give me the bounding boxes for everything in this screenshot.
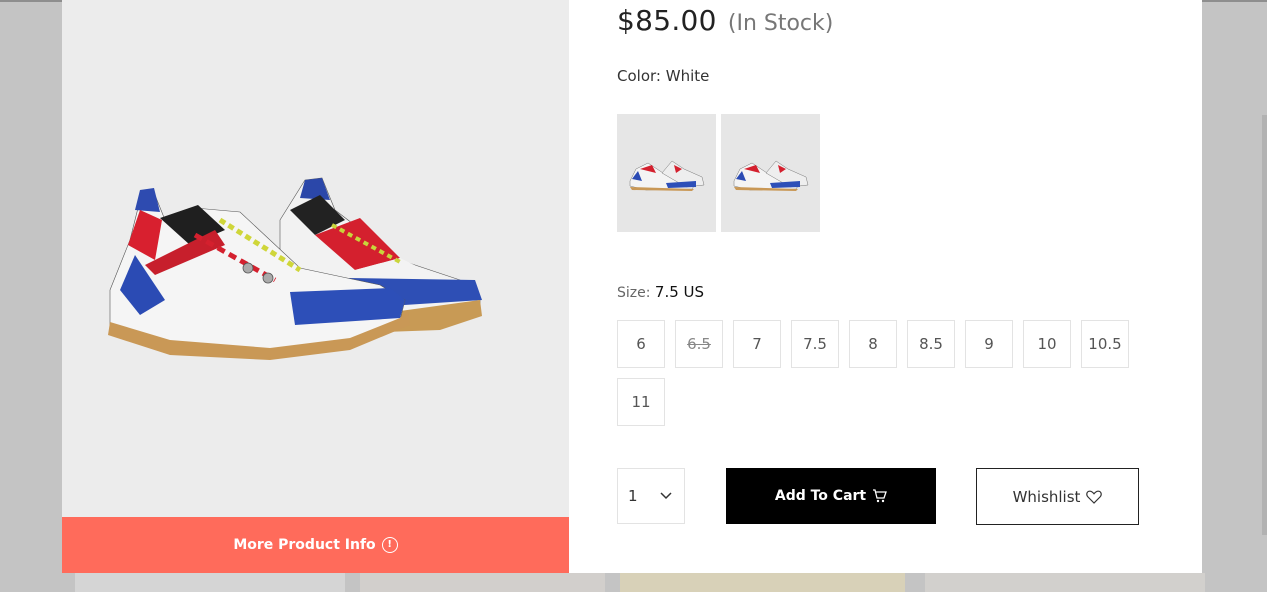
quantity-select[interactable]: 1: [617, 468, 685, 524]
size-selector-label: Size: 7.5 US: [617, 283, 704, 301]
size-option[interactable]: 7: [733, 320, 781, 368]
size-option[interactable]: 6: [617, 320, 665, 368]
product-price: $85.00: [617, 4, 717, 37]
size-option[interactable]: 10.5: [1081, 320, 1129, 368]
color-selector-label: Color: White: [617, 67, 709, 85]
color-value: White: [665, 67, 710, 85]
more-product-info-label: More Product Info: [233, 537, 376, 553]
size-option[interactable]: 8: [849, 320, 897, 368]
heart-icon: [1086, 490, 1103, 504]
color-swatch-1[interactable]: [617, 114, 716, 232]
size-label: Size:: [617, 285, 651, 301]
size-option[interactable]: 10: [1023, 320, 1071, 368]
quantity-value: 1: [628, 487, 638, 505]
color-swatch-2[interactable]: [721, 114, 820, 232]
wishlist-button[interactable]: Whishlist: [976, 468, 1139, 525]
product-image-panel: More Product Info !: [62, 0, 569, 573]
add-to-cart-button[interactable]: Add To Cart: [726, 468, 936, 524]
size-option[interactable]: 9: [965, 320, 1013, 368]
more-product-info-button[interactable]: More Product Info !: [62, 517, 569, 573]
swatch-thumbnail: [733, 160, 808, 191]
color-label: Color:: [617, 67, 661, 85]
wishlist-label: Whishlist: [1012, 487, 1081, 506]
quick-view-modal: More Product Info ! $85.00 (In Stock) Co…: [62, 0, 1202, 573]
size-value: 7.5 US: [654, 283, 705, 301]
info-circle-icon: !: [381, 537, 398, 553]
size-option[interactable]: 11: [617, 378, 665, 426]
background-products-strip: [0, 573, 1267, 592]
swatch-thumbnail: [629, 160, 704, 191]
size-option[interactable]: 8.5: [907, 320, 955, 368]
price-row: $85.00 (In Stock): [617, 4, 833, 37]
chevron-down-icon: [660, 492, 672, 500]
product-image: [108, 177, 482, 360]
stock-status: (In Stock): [727, 11, 834, 36]
scrollbar[interactable]: [1262, 115, 1267, 535]
cart-icon: [873, 489, 888, 503]
size-option-unavailable[interactable]: 6.5: [675, 320, 723, 368]
add-to-cart-label: Add To Cart: [774, 488, 867, 504]
color-swatches: [617, 114, 820, 232]
size-option-selected[interactable]: 7.5: [791, 320, 839, 368]
product-details: $85.00 (In Stock) Color: White Size: 7.5…: [617, 0, 1202, 573]
